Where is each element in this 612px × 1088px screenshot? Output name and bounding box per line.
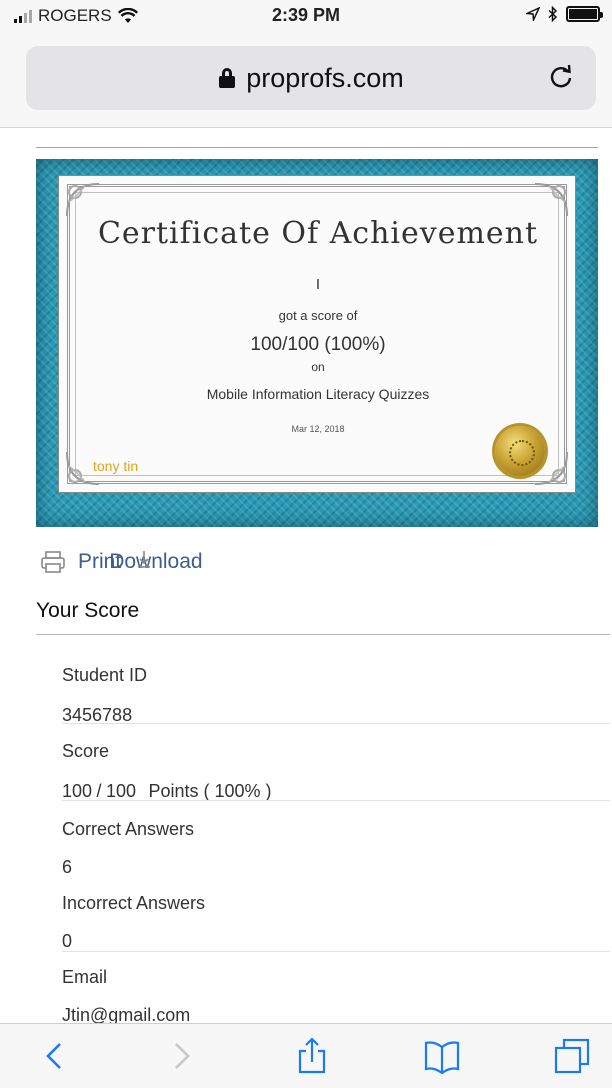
download-link[interactable]: Download bbox=[109, 550, 202, 574]
tabs-icon[interactable] bbox=[552, 1038, 592, 1074]
certificate-recipient: I bbox=[315, 276, 321, 293]
page-content: Certificate Of Achievement I got a score… bbox=[0, 129, 612, 1023]
divider bbox=[36, 634, 610, 635]
student-id-value: 3456788 bbox=[62, 705, 133, 725]
corner-ornament-icon bbox=[66, 183, 100, 217]
browser-toolbar bbox=[0, 1023, 612, 1088]
certificate-on-text: on bbox=[311, 360, 325, 374]
score-earned: 100 bbox=[62, 781, 93, 801]
correct-answers-label: Correct Answers bbox=[62, 819, 195, 839]
row-divider bbox=[62, 951, 610, 952]
correct-label-row: Correct Answers bbox=[62, 819, 610, 840]
gold-seal-icon bbox=[495, 426, 545, 476]
row-divider bbox=[62, 800, 610, 801]
printer-icon[interactable] bbox=[40, 550, 66, 574]
status-right bbox=[526, 6, 603, 22]
email-label-row: Email bbox=[62, 967, 610, 988]
your-score-heading: Your Score bbox=[36, 599, 140, 622]
incorrect-value-row: 0 bbox=[62, 931, 610, 952]
address-text-container: proprofs.com bbox=[26, 63, 596, 94]
forward-chevron-icon[interactable] bbox=[160, 1038, 200, 1074]
certificate-quiz-name: Mobile Information Literacy Quizzes bbox=[206, 386, 430, 402]
certificate-score-intro: got a score of bbox=[278, 308, 358, 323]
incorrect-answers-value: 0 bbox=[62, 931, 73, 951]
bookmarks-icon[interactable] bbox=[422, 1038, 462, 1074]
certificate: Certificate Of Achievement I got a score… bbox=[58, 175, 576, 493]
score-label: Score bbox=[62, 741, 110, 761]
bluetooth-icon bbox=[548, 6, 558, 22]
correct-value-row: 6 bbox=[62, 857, 610, 878]
score-label-row: Score bbox=[62, 741, 610, 762]
battery-icon bbox=[566, 6, 603, 22]
student-id-label-row: Student ID bbox=[62, 665, 610, 686]
score-total: 100 bbox=[105, 781, 137, 801]
status-time: 2:39 PM bbox=[271, 5, 341, 25]
certificate-frame: Certificate Of Achievement I got a score… bbox=[36, 159, 598, 527]
share-icon[interactable] bbox=[292, 1038, 332, 1074]
divider bbox=[36, 147, 598, 148]
browser-address-area: proprofs.com bbox=[0, 30, 612, 128]
certificate-signature: tony tin bbox=[93, 458, 139, 474]
certificate-actions: Print Download bbox=[40, 547, 203, 577]
reload-icon[interactable] bbox=[546, 62, 576, 92]
correct-answers-value: 6 bbox=[62, 857, 73, 877]
score-points: Points ( 100% ) bbox=[148, 781, 272, 801]
download-icon[interactable] bbox=[136, 549, 152, 571]
certificate-date: Mar 12, 2018 bbox=[291, 424, 345, 434]
lock-icon bbox=[218, 68, 236, 88]
location-arrow-icon bbox=[526, 7, 540, 21]
address-bar[interactable]: proprofs.com bbox=[26, 46, 596, 110]
corner-ornament-icon bbox=[534, 183, 568, 217]
status-bar: ROGERS 2:39 PM bbox=[0, 0, 612, 30]
email-label: Email bbox=[62, 967, 108, 987]
score-slash: / bbox=[96, 781, 102, 801]
incorrect-label-row: Incorrect Answers bbox=[62, 893, 610, 914]
back-chevron-icon[interactable] bbox=[36, 1038, 76, 1074]
incorrect-answers-label: Incorrect Answers bbox=[62, 893, 206, 913]
score-value-row: 100 / 100 Points ( 100% ) bbox=[62, 781, 610, 802]
email-value-row: Jtin@gmail.com bbox=[62, 1005, 610, 1023]
certificate-title: Certificate Of Achievement bbox=[97, 216, 539, 251]
email-value: Jtin@gmail.com bbox=[62, 1005, 191, 1023]
certificate-score: 100/100 (100%) bbox=[250, 334, 386, 355]
row-divider bbox=[62, 723, 610, 724]
url-text: proprofs.com bbox=[246, 63, 404, 93]
student-id-label: Student ID bbox=[62, 665, 148, 685]
